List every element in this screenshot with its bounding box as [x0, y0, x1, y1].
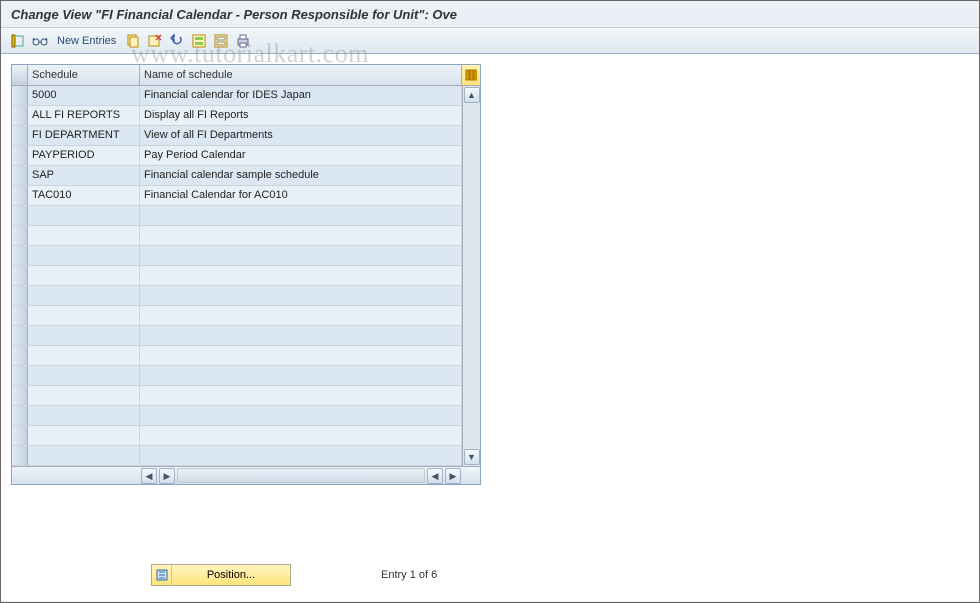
deselect-all-icon[interactable] — [212, 32, 230, 50]
configure-columns-icon[interactable] — [462, 65, 480, 85]
cell-name[interactable]: View of all FI Departments — [140, 126, 462, 145]
delete-icon[interactable] — [146, 32, 164, 50]
copy-icon[interactable] — [124, 32, 142, 50]
table-row-empty[interactable] — [12, 426, 462, 446]
row-selector[interactable] — [12, 386, 28, 405]
cell-name[interactable]: Pay Period Calendar — [140, 146, 462, 165]
cell-schedule[interactable]: 5000 — [28, 86, 140, 105]
cell-name[interactable]: Financial calendar sample schedule — [140, 166, 462, 185]
print-icon[interactable] — [234, 32, 252, 50]
table-row[interactable]: PAYPERIOD Pay Period Calendar — [12, 146, 462, 166]
table-row-empty[interactable] — [12, 306, 462, 326]
row-selector[interactable] — [12, 86, 28, 105]
position-icon — [152, 565, 172, 585]
table-row-empty[interactable] — [12, 226, 462, 246]
entry-counter: Entry 1 of 6 — [381, 569, 437, 581]
select-all-icon[interactable] — [190, 32, 208, 50]
cell-schedule[interactable]: PAYPERIOD — [28, 146, 140, 165]
column-header-name[interactable]: Name of schedule — [140, 65, 462, 85]
row-selector[interactable] — [12, 126, 28, 145]
table-row-empty[interactable] — [12, 286, 462, 306]
scroll-down-icon[interactable]: ▼ — [464, 449, 480, 465]
vscroll-track[interactable] — [464, 103, 480, 449]
row-selector[interactable] — [12, 246, 28, 265]
table-row-empty[interactable] — [12, 246, 462, 266]
cell-name[interactable]: Financial calendar for IDES Japan — [140, 86, 462, 105]
new-entries-button[interactable]: New Entries — [53, 35, 120, 47]
table-row[interactable]: SAP Financial calendar sample schedule — [12, 166, 462, 186]
undo-icon[interactable] — [168, 32, 186, 50]
cell-schedule[interactable]: FI DEPARTMENT — [28, 126, 140, 145]
row-selector[interactable] — [12, 106, 28, 125]
vertical-scrollbar[interactable]: ▲ ▼ — [462, 86, 480, 466]
row-selector[interactable] — [12, 166, 28, 185]
row-selector[interactable] — [12, 426, 28, 445]
row-selector[interactable] — [12, 226, 28, 245]
table-body: 5000 Financial calendar for IDES Japan A… — [12, 86, 462, 466]
position-button[interactable]: Position... — [151, 564, 291, 586]
row-selector-header[interactable] — [12, 65, 28, 85]
page-title: Change View "FI Financial Calendar - Per… — [1, 1, 979, 28]
glasses-icon[interactable] — [31, 32, 49, 50]
column-header-schedule[interactable]: Schedule — [28, 65, 140, 85]
table-row-empty[interactable] — [12, 406, 462, 426]
footer: Position... Entry 1 of 6 — [151, 564, 437, 586]
cell-schedule[interactable]: SAP — [28, 166, 140, 185]
table-row[interactable]: FI DEPARTMENT View of all FI Departments — [12, 126, 462, 146]
row-selector[interactable] — [12, 186, 28, 205]
scroll-up-icon[interactable]: ▲ — [464, 87, 480, 103]
table-row-empty[interactable] — [12, 346, 462, 366]
row-selector[interactable] — [12, 446, 28, 465]
table-row-empty[interactable] — [12, 206, 462, 226]
table-row-empty[interactable] — [12, 446, 462, 466]
row-selector[interactable] — [12, 206, 28, 225]
table-row-empty[interactable] — [12, 366, 462, 386]
row-selector[interactable] — [12, 366, 28, 385]
table-row-empty[interactable] — [12, 266, 462, 286]
cell-schedule[interactable]: TAC010 — [28, 186, 140, 205]
scroll-left-icon[interactable]: ◀ — [141, 468, 157, 484]
app-window: Change View "FI Financial Calendar - Per… — [0, 0, 980, 603]
scroll-left-end-icon[interactable]: ◀ — [427, 468, 443, 484]
table-header: Schedule Name of schedule — [12, 65, 480, 86]
row-selector[interactable] — [12, 266, 28, 285]
content-area: Schedule Name of schedule 5000 Financial… — [1, 54, 979, 601]
cell-name[interactable]: Display all FI Reports — [140, 106, 462, 125]
toggle-display-icon[interactable] — [9, 32, 27, 50]
row-selector[interactable] — [12, 406, 28, 425]
table-row[interactable]: 5000 Financial calendar for IDES Japan — [12, 86, 462, 106]
table-row[interactable]: TAC010 Financial Calendar for AC010 — [12, 186, 462, 206]
scroll-right-icon[interactable]: ▶ — [445, 468, 461, 484]
row-selector[interactable] — [12, 146, 28, 165]
table-row[interactable]: ALL FI REPORTS Display all FI Reports — [12, 106, 462, 126]
row-selector[interactable] — [12, 346, 28, 365]
horizontal-scrollbar[interactable]: ◀ ▶ ◀ ▶ — [12, 466, 480, 484]
scroll-right-inner-icon[interactable]: ▶ — [159, 468, 175, 484]
position-button-label: Position... — [172, 569, 290, 581]
row-selector[interactable] — [12, 326, 28, 345]
toolbar: New Entries — [1, 28, 979, 54]
table-grid: Schedule Name of schedule 5000 Financial… — [11, 64, 481, 485]
table-row-empty[interactable] — [12, 386, 462, 406]
cell-schedule[interactable]: ALL FI REPORTS — [28, 106, 140, 125]
row-selector[interactable] — [12, 286, 28, 305]
hscroll-track[interactable] — [177, 468, 425, 483]
cell-name[interactable]: Financial Calendar for AC010 — [140, 186, 462, 205]
row-selector[interactable] — [12, 306, 28, 325]
table-row-empty[interactable] — [12, 326, 462, 346]
